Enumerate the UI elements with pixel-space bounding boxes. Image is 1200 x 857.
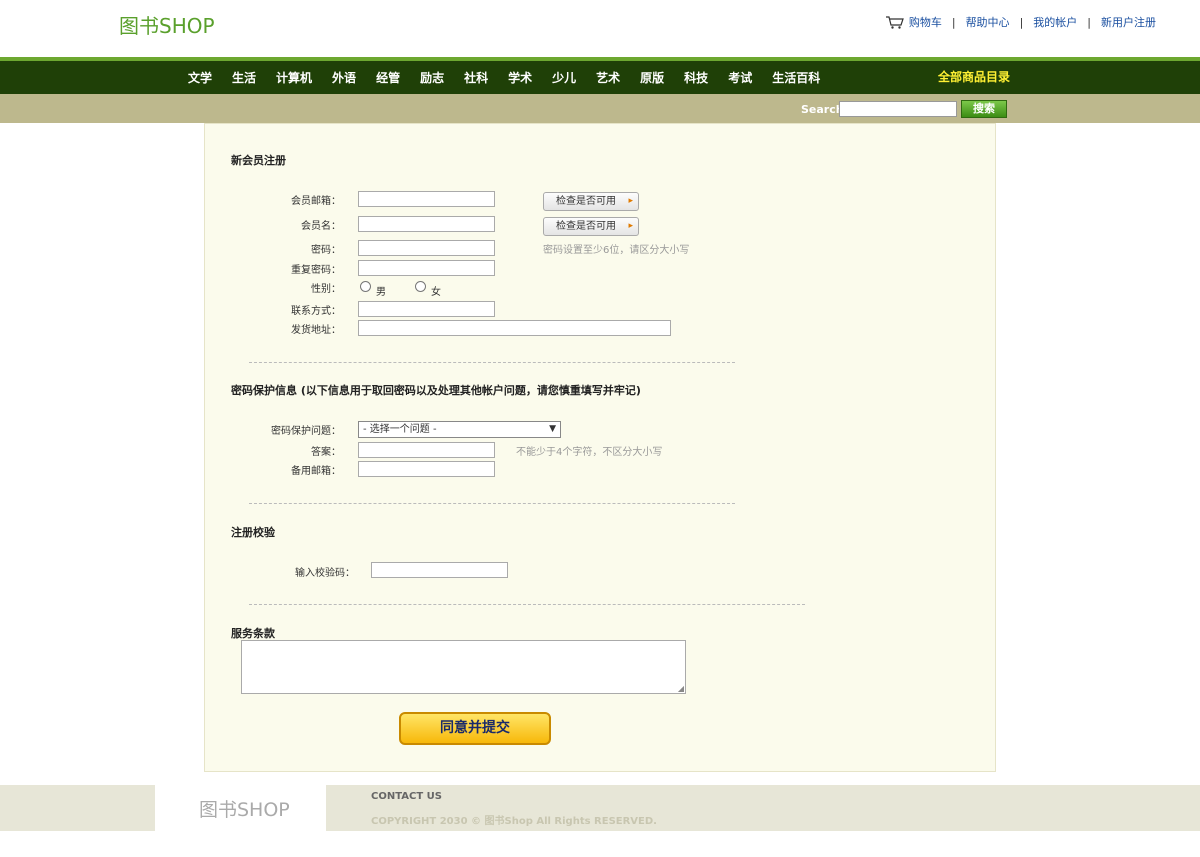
site-logo[interactable]: 图书SHOP (119, 10, 215, 39)
terms-textarea[interactable]: ◢ (241, 640, 686, 694)
nav-item[interactable]: 原版 (640, 69, 664, 86)
gender-male-label: 男 (376, 287, 386, 298)
section-divider (249, 604, 805, 605)
password-field[interactable] (358, 240, 495, 256)
check-email-label: 检查是否可用 (556, 196, 616, 207)
check-username-button[interactable]: 检查是否可用 ▸ (543, 217, 639, 236)
gender-female-label: 女 (431, 287, 441, 298)
nav-item[interactable]: 学术 (508, 69, 532, 86)
arrow-right-icon: ▸ (628, 196, 633, 206)
nav-item[interactable]: 经管 (376, 69, 400, 86)
link-separator: | (1019, 15, 1024, 29)
nav-item[interactable]: 少儿 (552, 69, 576, 86)
footer-logo-box: 图书SHOP (155, 785, 326, 831)
username-label: 会员名： (301, 221, 341, 232)
backup-email-field[interactable] (358, 461, 495, 477)
backup-email-label: 备用邮箱： (291, 466, 341, 477)
address-field[interactable] (358, 320, 671, 336)
terms-section-title: 服务条款 (231, 627, 275, 640)
check-email-button[interactable]: 检查是否可用 ▸ (543, 192, 639, 211)
email-field[interactable] (358, 191, 495, 207)
password-hint: 密码设置至少6位，请区分大小写 (543, 245, 690, 256)
top-header: 图书SHOP 购物车 | 帮助中心 | 我的帐户 | 新用户注册 (0, 0, 1200, 57)
contact-us-link[interactable]: CONTACT US (371, 791, 442, 802)
nav-items: 文学 生活 计算机 外语 经管 励志 社科 学术 少儿 艺术 原版 科技 考试 生活百科 (188, 61, 840, 94)
confirm-password-label: 重复密码： (291, 265, 341, 276)
search-input[interactable] (839, 101, 957, 117)
contact-label: 联系方式： (291, 306, 341, 317)
gender-male-radio[interactable] (360, 281, 371, 292)
address-label: 发货地址： (291, 325, 341, 336)
security-section-title: 密码保护信息 (以下信息用于取回密码以及处理其他帐户问题，请您慎重填写并牢记) (231, 384, 641, 397)
security-question-label: 密码保护问题： (271, 426, 341, 437)
cart-icon[interactable] (885, 15, 904, 29)
nav-item[interactable]: 励志 (420, 69, 444, 86)
verify-code-field[interactable] (371, 562, 508, 578)
page-footer: 图书SHOP CONTACT US COPYRIGHT 2030 © 图书Sho… (0, 785, 1200, 831)
answer-hint: 不能少于4个字符，不区分大小写 (516, 447, 663, 458)
nav-item[interactable]: 考试 (728, 69, 752, 86)
link-separator: | (951, 15, 956, 29)
nav-item[interactable]: 社科 (464, 69, 488, 86)
nav-all-categories[interactable]: 全部商品目录 (938, 61, 1010, 94)
nav-item[interactable]: 计算机 (276, 69, 312, 86)
category-nav: 文学 生活 计算机 外语 经管 励志 社科 学术 少儿 艺术 原版 科技 考试 生活百科 全部商品目录 (0, 57, 1200, 94)
nav-item[interactable]: 文学 (188, 69, 212, 86)
section-divider (249, 362, 735, 363)
gender-female-radio[interactable] (415, 281, 426, 292)
copyright-text: COPYRIGHT 2030 © 图书Shop All Rights RESER… (371, 816, 657, 827)
nav-item[interactable]: 生活 (232, 69, 256, 86)
check-username-label: 检查是否可用 (556, 221, 616, 232)
help-link[interactable]: 帮助中心 (966, 14, 1010, 30)
search-bar: Search 搜索 (0, 94, 1200, 123)
security-question-select[interactable]: - 选择一个问题 - ▼ (358, 421, 561, 438)
nav-item[interactable]: 外语 (332, 69, 356, 86)
confirm-password-field[interactable] (358, 260, 495, 276)
resize-grip-icon[interactable]: ◢ (678, 684, 684, 693)
contact-field[interactable] (358, 301, 495, 317)
search-label: Search (801, 103, 844, 116)
agree-submit-button[interactable]: 同意并提交 (399, 712, 551, 745)
nav-item[interactable]: 科技 (684, 69, 708, 86)
link-separator: | (1087, 15, 1091, 29)
security-question-value: - 选择一个问题 - (363, 424, 437, 435)
account-link[interactable]: 我的帐户 (1033, 14, 1077, 30)
username-field[interactable] (358, 216, 495, 232)
answer-label: 答案： (311, 447, 341, 458)
verify-section-title: 注册校验 (231, 526, 275, 539)
answer-field[interactable] (358, 442, 495, 458)
password-label: 密码： (311, 245, 341, 256)
top-links: 购物车 | 帮助中心 | 我的帐户 | 新用户注册 (885, 14, 1156, 30)
arrow-right-icon: ▸ (628, 221, 633, 231)
nav-item[interactable]: 生活百科 (772, 69, 820, 86)
cart-link[interactable]: 购物车 (909, 14, 942, 30)
gender-label: 性别： (311, 284, 341, 295)
nav-item[interactable]: 艺术 (596, 69, 620, 86)
registration-panel: 新会员注册 会员邮箱： 检查是否可用 ▸ 会员名： 检查是否可用 ▸ 密码： 密… (204, 123, 996, 772)
register-section-title: 新会员注册 (231, 154, 286, 167)
chevron-down-icon: ▼ (549, 424, 556, 434)
register-link[interactable]: 新用户注册 (1101, 14, 1156, 30)
email-label: 会员邮箱： (291, 196, 341, 207)
section-divider (249, 503, 735, 504)
verify-code-label: 输入校验码： (295, 568, 355, 579)
search-button[interactable]: 搜索 (961, 100, 1007, 118)
footer-logo: 图书SHOP (199, 799, 290, 821)
